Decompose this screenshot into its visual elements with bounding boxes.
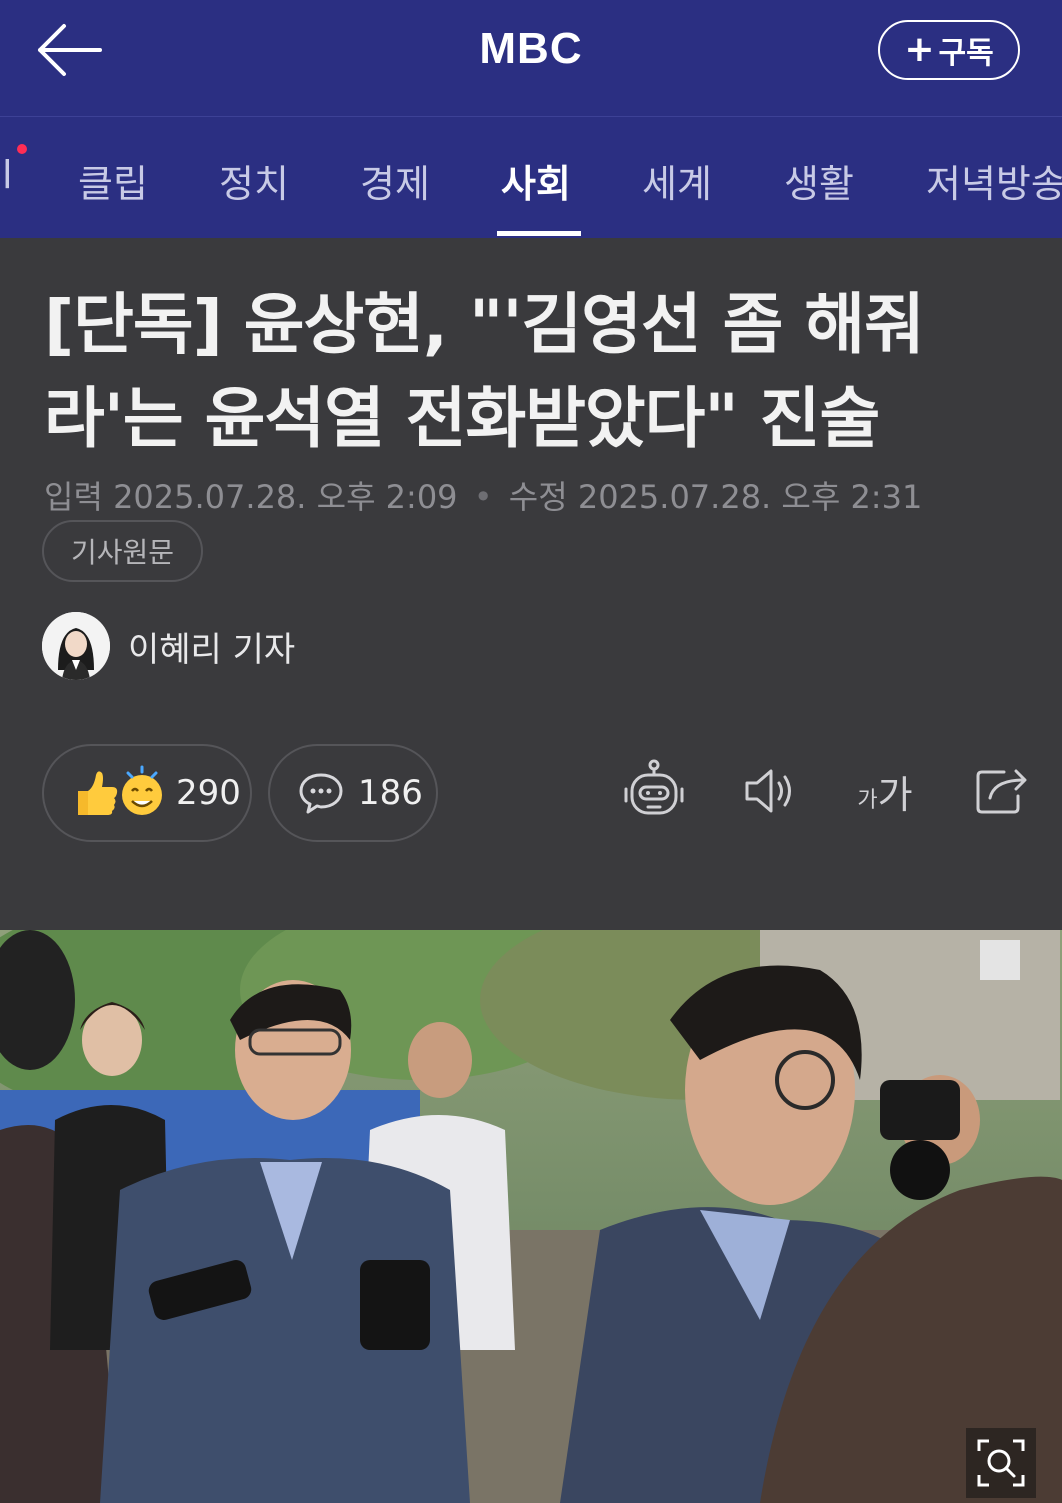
reporter-avatar [42,612,110,680]
reporter-name: 이혜리 기자 [128,629,296,670]
ai-summary-button[interactable] [620,756,688,826]
reaction-count: 290 [176,773,241,813]
reporter-info[interactable]: 이혜리 기자 [42,612,295,680]
article-timestamps: 입력 2025.07.28. 오후 2:09 • 수정 2025.07.28. … [44,472,922,518]
tab-society[interactable]: 사회 [501,153,571,208]
comment-count: 186 [358,773,423,813]
plus-icon: + [904,29,935,70]
font-size-button[interactable]: 가 가 [850,756,920,826]
article-title-line-2: 라'는 윤석열 전화받았다" 진술 [44,380,880,457]
magnify-expand-icon [977,1439,1025,1487]
tab-world[interactable]: 세계 [642,153,712,208]
reaction-button[interactable]: 290 [42,744,252,842]
comment-button[interactable]: 186 [268,744,438,842]
font-size-large-label: 가 [877,772,913,817]
share-button[interactable] [972,756,1032,826]
active-tab-indicator [497,231,581,236]
tab-partial[interactable]: l [2,153,13,197]
new-indicator-dot [17,144,27,154]
font-size-small-label: 가 [857,788,878,813]
news-photo-illustration [0,930,1062,1503]
subscribe-button[interactable]: + 구독 [878,20,1020,80]
tab-life[interactable]: 생활 [784,153,854,208]
tab-economy[interactable]: 경제 [360,153,430,208]
input-time: 2025.07.28. 오후 2:09 [113,478,458,516]
thumbs-up-smile-icon [78,765,162,815]
input-label: 입력 [44,478,103,516]
edit-time: 2025.07.28. 오후 2:31 [577,478,923,516]
category-tabs: l 클립 정치 경제 사회 세계 생활 저녁방송 [0,116,1062,238]
subscribe-label: 구독 [938,36,994,71]
robot-icon [624,759,684,815]
app-header: MBC + 구독 [0,0,1062,116]
edit-label: 수정 [508,478,568,516]
comment-bubble-icon [299,773,343,814]
tab-politics[interactable]: 정치 [219,153,289,208]
article-photo[interactable] [0,930,1062,1503]
share-icon [976,769,1027,814]
original-article-button[interactable]: 기사원문 [42,520,203,582]
separator-dot: • [473,478,493,516]
article-header: [단독] 윤상현, "'김영선 좀 해줘 라'는 윤석열 전화받았다" 진술 입… [0,238,1062,930]
tab-evening-news[interactable]: 저녁방송 [926,153,1062,208]
speaker-icon [745,769,791,813]
tab-clip[interactable]: 클립 [78,153,148,208]
article-title-line-1: [단독] 윤상현, "'김영선 좀 해줘 [44,286,925,363]
article-title: [단독] 윤상현, "'김영선 좀 해줘 라'는 윤석열 전화받았다" 진술 [44,278,1004,466]
photo-zoom-button[interactable] [966,1428,1036,1498]
text-to-speech-button[interactable] [736,756,800,826]
